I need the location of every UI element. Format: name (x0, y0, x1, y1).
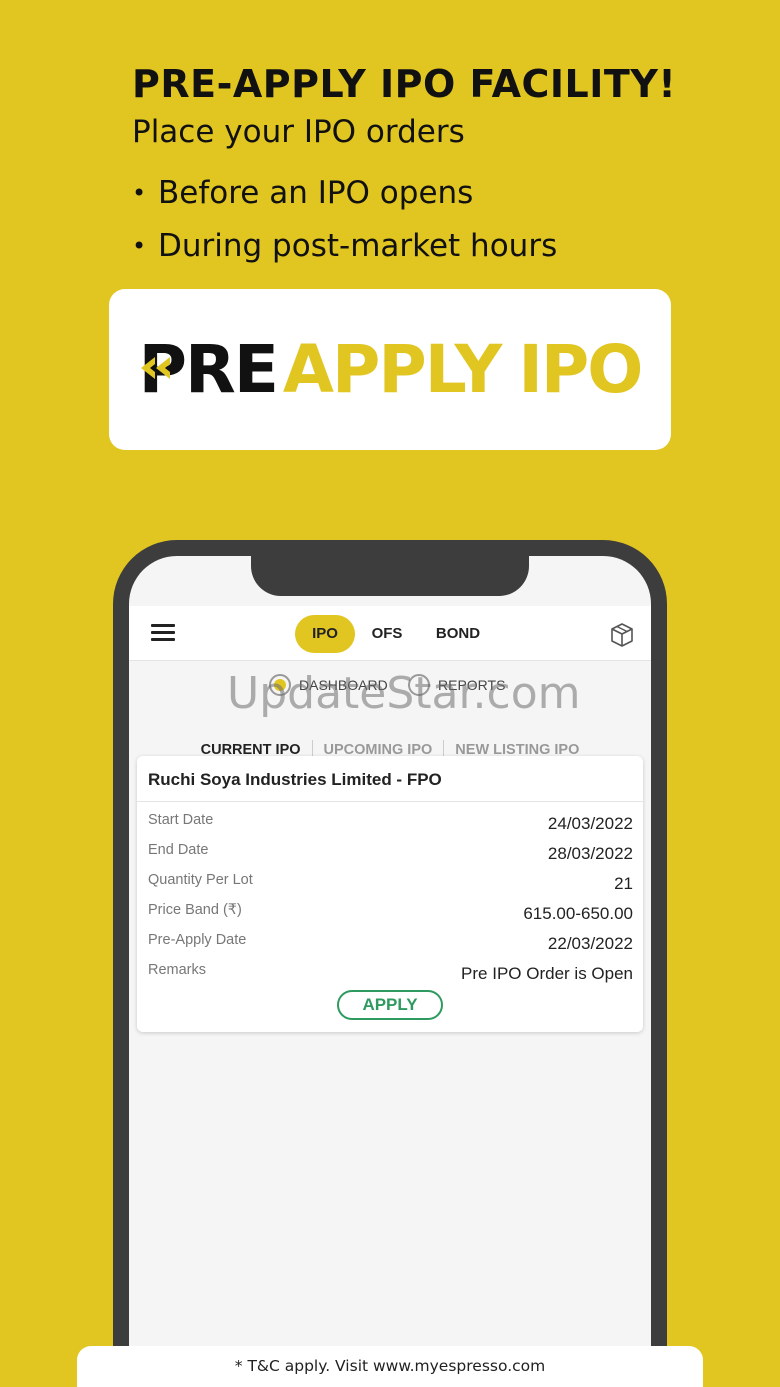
detail-label: Remarks (148, 962, 207, 978)
app-topbar: IPO OFS BOND (129, 606, 651, 661)
detail-value: 22/03/2022 (547, 934, 633, 953)
ipo-card: Ruchi Soya Industries Limited - FPO Star… (137, 756, 643, 1032)
tab-ofs[interactable]: OFS (365, 615, 409, 653)
detail-value: Pre IPO Order is Open (461, 964, 633, 983)
detail-value: 21 (614, 874, 633, 893)
promo-bullet-text: Before an IPO opens (158, 174, 474, 211)
preapply-logo: PRE APPLY IPO (138, 331, 644, 408)
detail-row: End Date 28/03/2022 (137, 836, 643, 866)
detail-value: 28/03/2022 (547, 844, 633, 863)
detail-row: Start Date 24/03/2022 (137, 806, 643, 836)
phone-frame: IPO OFS BOND DASHBOARD REPORTS UpdateSta… (113, 540, 667, 1387)
detail-label: Start Date (148, 812, 214, 828)
promo-headline: PRE-APPLY IPO FACILITY! (132, 62, 677, 106)
promo-bullets: • Before an IPO opens • During post-market… (132, 166, 557, 272)
logo-arrow-icon (140, 357, 170, 379)
footer-note: * T&C apply. Visit www.myespresso.com (77, 1346, 703, 1387)
detail-value: 24/03/2022 (547, 814, 633, 833)
hamburger-menu-icon[interactable] (151, 624, 175, 642)
promo-subline: Place your IPO orders (132, 114, 465, 150)
detail-label: End Date (148, 842, 209, 858)
watermark: UpdateStar.com (227, 668, 581, 719)
cube-icon[interactable] (609, 622, 635, 648)
detail-row: Pre-Apply Date 22/03/2022 (137, 926, 643, 956)
logo-card: PRE APPLY IPO (109, 289, 671, 450)
logo-pre: PRE (138, 331, 279, 408)
detail-label: Pre-Apply Date (148, 932, 247, 948)
tab-ipo[interactable]: IPO (295, 615, 355, 653)
logo-ipo: IPO (518, 331, 643, 408)
ipo-card-title: Ruchi Soya Industries Limited - FPO (137, 756, 643, 802)
promo-bullet: • Before an IPO opens (132, 166, 557, 219)
tab-bond[interactable]: BOND (429, 615, 487, 653)
detail-row: Remarks Pre IPO Order is Open (137, 956, 643, 986)
logo-apply: APPLY (282, 331, 502, 408)
phone-notch (251, 556, 529, 596)
detail-row: Quantity Per Lot 21 (137, 866, 643, 896)
phone-screen: IPO OFS BOND DASHBOARD REPORTS UpdateSta… (129, 556, 651, 1387)
detail-label: Price Band (₹) (148, 902, 242, 918)
detail-label: Quantity Per Lot (148, 872, 253, 888)
detail-value: 615.00-650.00 (523, 904, 633, 923)
promo-bullet-text: During post-market hours (158, 227, 558, 264)
promo-bullet: • During post-market hours (132, 219, 557, 272)
apply-button[interactable]: APPLY (337, 990, 443, 1020)
detail-row: Price Band (₹) 615.00-650.00 (137, 896, 643, 926)
